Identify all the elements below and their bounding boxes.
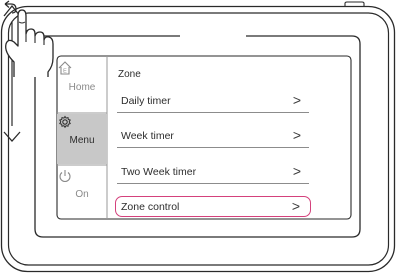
menu-item-week-timer[interactable]: Week timer >	[115, 124, 311, 148]
sidebar-item-menu[interactable]: Menu	[57, 114, 107, 164]
sidebar: E Home Menu On	[57, 56, 107, 219]
touch-screen: E Home Menu On Zone Daily timer > Week t…	[57, 56, 351, 219]
divider	[117, 112, 309, 113]
chevron-right-icon: >	[291, 198, 300, 214]
svg-text:E: E	[63, 69, 67, 75]
power-icon	[59, 170, 71, 183]
divider	[117, 147, 309, 148]
menu-item-label: Zone control	[121, 201, 180, 213]
chevron-right-icon: >	[292, 163, 301, 179]
chevron-right-icon: >	[292, 127, 301, 143]
menu-item-zone-control[interactable]: Zone control >	[115, 196, 311, 217]
sidebar-item-on[interactable]: On	[57, 168, 107, 218]
divider	[117, 183, 309, 184]
sidebar-item-label: Menu	[69, 134, 95, 146]
menu-item-label: Daily timer	[121, 95, 171, 107]
scroll-down-icon	[3, 131, 21, 142]
page-title: Zone	[118, 69, 141, 80]
menu-item-label: Two Week timer	[121, 166, 197, 178]
chevron-right-icon: >	[292, 92, 301, 108]
controller-device: E Home Menu On Zone Daily timer > Week t…	[0, 0, 397, 278]
pointing-hand-icon	[5, 9, 54, 77]
menu-item-two-week-timer[interactable]: Two Week timer >	[115, 160, 311, 184]
gear-icon	[59, 115, 71, 129]
menu-item-daily-timer[interactable]: Daily timer >	[115, 89, 311, 113]
sidebar-item-label: Home	[68, 81, 96, 93]
sidebar-item-label: On	[75, 188, 89, 200]
menu-item-label: Week timer	[121, 130, 174, 142]
sidebar-item-home[interactable]: E Home	[57, 60, 107, 112]
